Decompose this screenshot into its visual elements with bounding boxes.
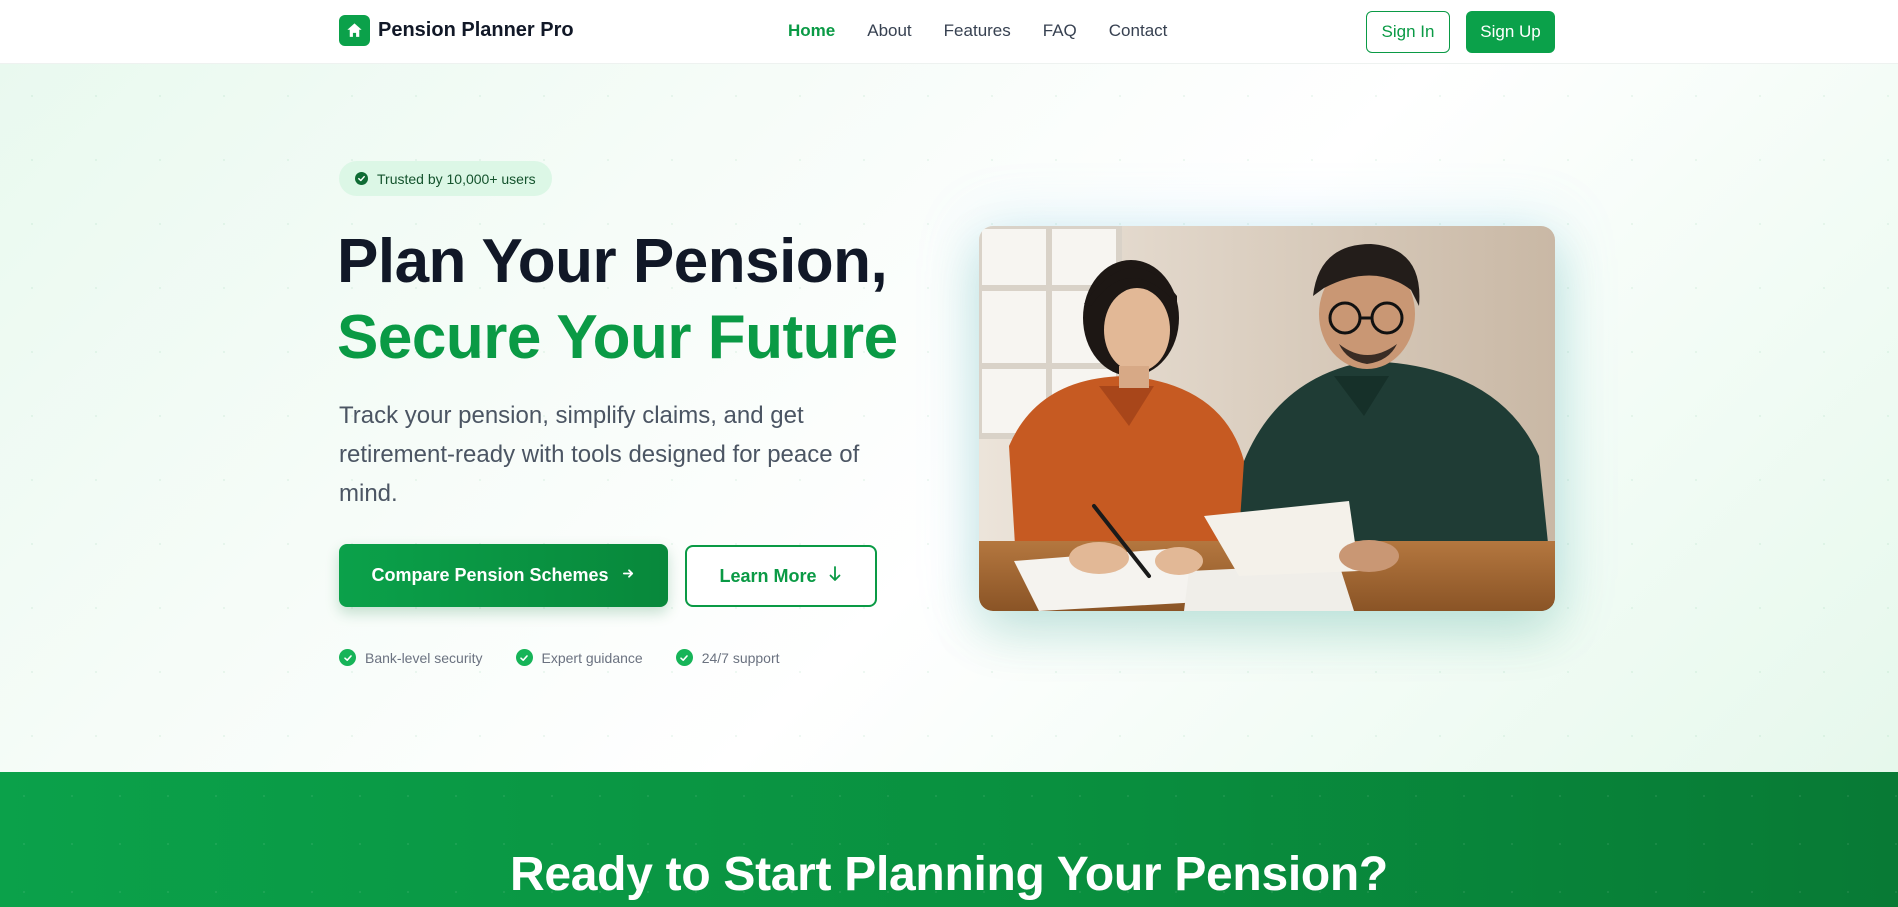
nav-item-faq[interactable]: FAQ — [1043, 21, 1077, 41]
trust-badge-text: Trusted by 10,000+ users — [377, 170, 536, 187]
arrow-down-icon — [827, 565, 843, 588]
brand-name: Pension Planner Pro — [378, 19, 574, 41]
brand[interactable]: Pension Planner Pro — [339, 15, 574, 46]
hero-title-line-1: Plan Your Pension, — [337, 227, 888, 296]
main-nav: Home About Features FAQ Contact — [788, 21, 1167, 41]
background-pattern — [0, 64, 1898, 772]
hero-title-line-2: Secure Your Future — [337, 303, 898, 372]
feature-item: Expert guidance — [515, 649, 643, 666]
arrow-right-icon — [621, 565, 636, 586]
nav-item-contact[interactable]: Contact — [1109, 21, 1168, 41]
trust-badge: Trusted by 10,000+ users — [339, 161, 552, 196]
check-circle-icon — [675, 649, 693, 666]
feature-label: 24/7 support — [701, 649, 780, 666]
sign-up-button[interactable]: Sign Up — [1466, 11, 1555, 53]
feature-list: Bank-level security Expert guidance 24/7… — [339, 649, 780, 666]
learn-more-button[interactable]: Learn More — [685, 545, 877, 607]
feature-label: Bank-level security — [365, 649, 483, 666]
sign-in-button[interactable]: Sign In — [1366, 11, 1450, 53]
home-icon — [339, 15, 370, 46]
nav-item-features[interactable]: Features — [944, 21, 1011, 41]
nav-item-home[interactable]: Home — [788, 21, 835, 41]
hero-title: Plan Your Pension, Secure Your Future — [337, 224, 898, 376]
feature-item: Bank-level security — [339, 649, 483, 666]
compare-button-label: Compare Pension Schemes — [371, 565, 609, 585]
hero-section: Trusted by 10,000+ users Plan Your Pensi… — [0, 64, 1898, 772]
top-navbar: Pension Planner Pro Home About Features … — [0, 0, 1898, 64]
cta-title: Ready to Start Planning Your Pension? — [510, 848, 1388, 901]
hero-description: Track your pension, simplify claims, and… — [339, 402, 860, 507]
feature-item: 24/7 support — [675, 649, 780, 666]
nav-item-about[interactable]: About — [867, 21, 911, 41]
hero-image — [979, 226, 1555, 611]
feature-label: Expert guidance — [541, 649, 643, 666]
learn-more-label: Learn More — [719, 565, 817, 586]
check-circle-icon — [339, 649, 356, 666]
check-circle-icon — [355, 172, 368, 185]
check-circle-icon — [515, 649, 533, 666]
compare-pension-schemes-button[interactable]: Compare Pension Schemes — [339, 544, 668, 607]
cta-section: Ready to Start Planning Your Pension? — [0, 772, 1898, 907]
